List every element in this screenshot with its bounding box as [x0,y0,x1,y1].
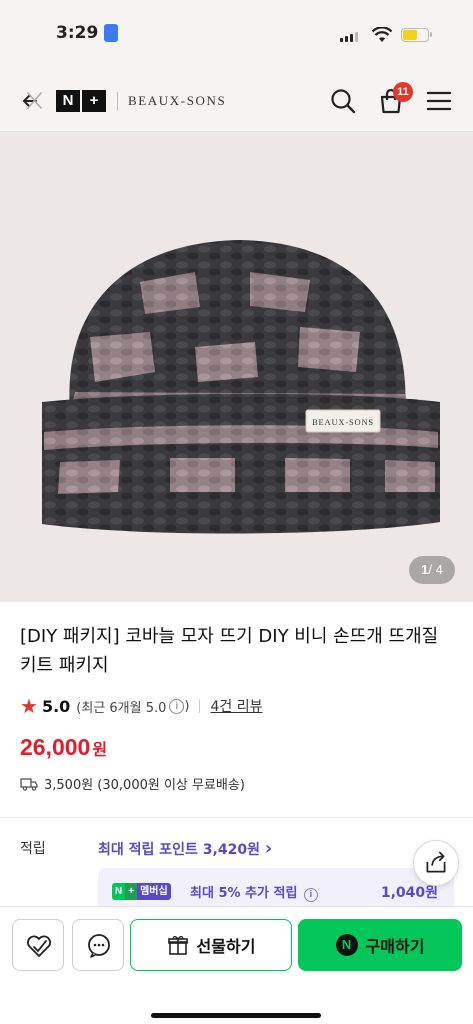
back-close-icon[interactable] [16,86,46,116]
location-icon [104,24,118,42]
review-count-link[interactable]: 4건 리뷰 [210,696,262,716]
brand-store-name[interactable]: BEAUX-SONS [128,93,226,109]
battery-level [403,30,418,40]
price-unit: 원 [92,740,108,759]
wifi-icon [372,27,392,42]
points-label: 적립 [20,841,46,857]
buy-button[interactable]: N 구매하기 [298,919,462,971]
info-icon[interactable]: i [303,888,318,902]
star-icon: ★ [20,694,38,718]
signal-icon [340,32,358,42]
product-title-line1: [DIY 패키지] 코바늘 모자 뜨기 DIY 비니 손뜨개 뜨개질 [20,626,439,647]
section-divider [0,817,473,818]
image-counter-total: / 4 [428,562,443,577]
membership-chip: N + 멤버십 [112,883,171,900]
gift-label: 선물하기 [196,937,256,956]
membership-chip-plus: + [125,883,138,900]
rating-row: ★ 5.0 (최근 6개월 5.0 i ) 4건 리뷰 [20,694,262,718]
membership-chip-text: 멤버십 [137,883,171,900]
rating-period: (최근 6개월 5.0 [76,700,167,716]
naver-plus-logo[interactable]: N + [56,90,106,112]
cart-count-badge: 11 [393,82,413,102]
status-bar: 3:29 [0,0,473,70]
logo-divider [117,92,118,110]
image-counter: 1/ 4 [409,556,455,584]
product-title: [DIY 패키지] 코바늘 모자 뜨기 DIY 비니 손뜨개 뜨개질 키트 패키… [20,622,460,680]
product-title-line2: 키트 패키지 [20,655,109,676]
rating-score: 5.0 [41,696,71,716]
chevron-right-icon: › [264,838,273,859]
truck-icon [20,777,38,791]
heart-check-icon [27,935,51,957]
shipping-info: 3,500원 (30,000원 이상 무료배송) [20,774,245,793]
wishlist-button[interactable] [12,919,64,971]
home-indicator [151,1013,321,1018]
share-icon[interactable] [413,840,459,886]
beanie-hat-image: BEAUX-SONS [42,240,440,534]
gift-button[interactable]: 선물하기 [130,919,292,971]
product-image-gallery[interactable]: BEAUX-SONS 1/ 4 [0,132,473,602]
shipping-text: 3,500원 (30,000원 이상 무료배송) [44,778,245,793]
status-time: 3:29 [56,23,99,43]
info-icon[interactable]: i [169,698,185,714]
membership-text: 최대 5% 추가 적립 i [190,882,318,902]
chat-bubble-icon [88,934,110,958]
price-value: 26,000 [20,734,91,760]
membership-text-label: 최대 5% 추가 적립 [190,886,298,901]
bottom-action-bar: 선물하기 N 구매하기 [0,906,473,1024]
gift-icon [167,936,188,955]
max-points-link[interactable]: 최대 적립 포인트 3,420원 › [98,838,272,859]
npay-icon: N [335,934,358,956]
product-page: 3:29 N + BEAUX-SONS 11 BEAUX-SONS 1/ 4 [… [0,0,473,1024]
search-icon[interactable] [329,87,357,115]
logo-plus: + [82,90,106,112]
battery-icon [401,28,432,42]
talk-chat-button[interactable] [72,919,124,971]
rating-divider [199,699,201,713]
menu-icon[interactable] [425,87,453,115]
hat-brand-tag: BEAUX-SONS [312,417,374,427]
membership-chip-n: N [112,883,126,900]
rating-period-close: ) [184,698,190,714]
buy-label: 구매하기 [365,937,425,956]
logo-n: N [56,90,80,112]
product-price: 26,000 원 [20,734,107,761]
max-points-text: 최대 적립 포인트 3,420원 [98,842,260,858]
